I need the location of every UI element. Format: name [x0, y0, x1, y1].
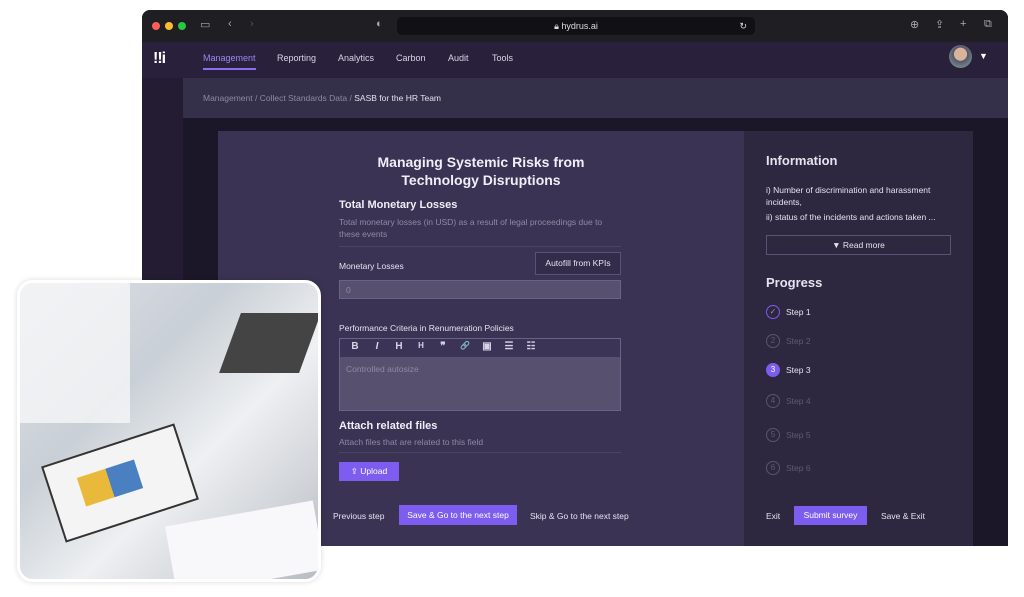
nav-analytics[interactable]: Analytics	[338, 53, 374, 63]
autofill-button[interactable]: Autofill from KPIs	[535, 252, 621, 275]
information-text: i) Number of discrimination and harassme…	[766, 185, 936, 222]
maximize-button[interactable]	[178, 22, 186, 30]
progress-step[interactable]: 4 Step 4	[766, 394, 811, 408]
section-description: Total monetary losses (in USD) as a resu…	[339, 217, 603, 239]
step-label: Step 6	[786, 463, 811, 473]
sidebar-toggle-icon[interactable]: ▭	[200, 18, 210, 31]
save-exit-button[interactable]: Save & Exit	[881, 511, 925, 521]
criteria-label: Performance Criteria in Renumeration Pol…	[339, 323, 514, 333]
save-next-button[interactable]: Save & Go to the next step	[399, 505, 517, 525]
progress-step[interactable]: 5 Step 5	[766, 428, 811, 442]
nav-management[interactable]: Management	[203, 53, 256, 70]
office-photo	[17, 280, 321, 582]
share-icon[interactable]: ⇪	[935, 18, 944, 31]
quote-icon[interactable]: ❞	[432, 341, 454, 355]
breadcrumb-item[interactable]: Collect Standards Data	[260, 93, 347, 103]
step-number-icon: 6	[766, 461, 780, 475]
step-number-icon: 3	[766, 363, 780, 377]
shield-icon[interactable]: ◐	[376, 18, 383, 30]
upload-icon: ⇪	[350, 466, 361, 476]
breadcrumb-current: SASB for the HR Team	[354, 93, 442, 103]
back-icon[interactable]: ‹	[228, 18, 232, 30]
breadcrumb: Management / Collect Standards Data / SA…	[183, 78, 1008, 118]
breadcrumb-item[interactable]: Management	[203, 93, 253, 103]
progress-step[interactable]: 6 Step 6	[766, 461, 811, 475]
tabs-icon[interactable]: ⧉	[984, 18, 992, 31]
forward-icon[interactable]: ›	[250, 18, 254, 30]
editor-toolbar: B I H H ❞ 🔗 ▣ ☰ ☷	[340, 339, 620, 357]
progress-step[interactable]: ✓ Step 1	[766, 305, 811, 319]
progress-title: Progress	[766, 275, 823, 290]
heading-icon[interactable]: H	[388, 341, 410, 355]
nav-reporting[interactable]: Reporting	[277, 53, 316, 63]
information-title: Information	[766, 153, 838, 168]
side-panel: Information i) Number of discrimination …	[744, 131, 973, 546]
attach-description: Attach files that are related to this fi…	[339, 437, 484, 447]
page-title: Managing Systemic Risks from Technology D…	[377, 154, 585, 188]
chevron-down-icon[interactable]: ▼	[979, 51, 988, 61]
step-label: Step 5	[786, 430, 811, 440]
previous-step-button[interactable]: Previous step	[333, 511, 385, 521]
minimize-button[interactable]	[165, 22, 173, 30]
close-button[interactable]	[152, 22, 160, 30]
numbered-list-icon[interactable]: ☷	[520, 341, 542, 355]
read-more-button[interactable]: ▼ Read more	[766, 235, 951, 255]
section-title: Total Monetary Losses	[339, 199, 458, 211]
step-number-icon: ✓	[766, 305, 780, 319]
skip-next-button[interactable]: Skip & Go to the next step	[530, 511, 629, 521]
download-icon[interactable]: ⊕	[910, 18, 919, 31]
progress-step[interactable]: 3 Step 3	[766, 363, 811, 377]
bullet-list-icon[interactable]: ☰	[498, 341, 520, 355]
step-number-icon: 4	[766, 394, 780, 408]
exit-button[interactable]: Exit	[766, 511, 780, 521]
step-number-icon: 5	[766, 428, 780, 442]
step-number-icon: 2	[766, 334, 780, 348]
hydrus-logo[interactable]: !!i	[153, 50, 166, 68]
link-icon[interactable]: 🔗	[454, 341, 476, 355]
step-label: Step 1	[786, 307, 811, 317]
nav-carbon[interactable]: Carbon	[396, 53, 426, 63]
reload-icon[interactable]: ↻	[739, 17, 747, 35]
italic-icon[interactable]: I	[366, 341, 388, 355]
nav-audit[interactable]: Audit	[448, 53, 469, 63]
step-label: Step 4	[786, 396, 811, 406]
upload-button[interactable]: ⇪ Upload	[339, 462, 399, 481]
browser-titlebar: ▭ ‹ › ◐ 🔒︎ hydrus.ai ↻ ⊕ ⇪ + ⧉	[142, 10, 1008, 42]
submit-survey-button[interactable]: Submit survey	[794, 506, 867, 525]
rich-text-editor[interactable]: B I H H ❞ 🔗 ▣ ☰ ☷ Controlled autosize	[339, 338, 621, 411]
subheading-icon[interactable]: H	[410, 341, 432, 355]
step-label: Step 3	[786, 365, 811, 375]
new-tab-icon[interactable]: +	[960, 18, 966, 30]
image-icon[interactable]: ▣	[476, 341, 498, 355]
attach-title: Attach related files	[339, 420, 438, 432]
address-bar[interactable]: 🔒︎ hydrus.ai ↻	[397, 17, 755, 35]
progress-step[interactable]: 2 Step 2	[766, 334, 811, 348]
monetary-losses-input[interactable]: 0	[339, 280, 621, 299]
editor-placeholder: Controlled autosize	[346, 364, 419, 374]
bold-icon[interactable]: B	[344, 341, 366, 355]
nav-tools[interactable]: Tools	[492, 53, 513, 63]
top-nav	[142, 42, 1008, 78]
step-label: Step 2	[786, 336, 811, 346]
caret-down-icon: ▼	[832, 240, 843, 250]
avatar[interactable]	[949, 45, 972, 68]
